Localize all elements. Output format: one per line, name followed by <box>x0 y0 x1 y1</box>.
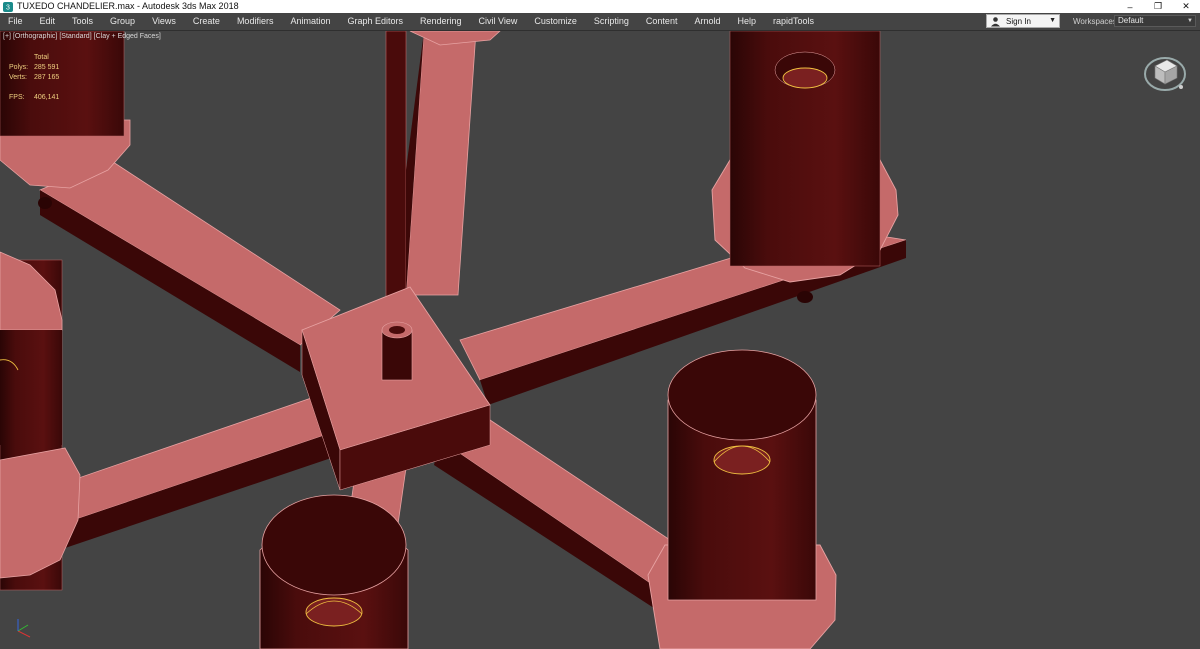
viewport-label[interactable]: [+] [Orthographic] [Standard] [Clay + Ed… <box>3 33 161 40</box>
rear-right-arm <box>405 31 477 296</box>
stats-header: Total <box>34 54 49 61</box>
viewport-point-of-view[interactable]: [Orthographic] <box>13 33 57 40</box>
menu-customize[interactable]: Customize <box>534 13 577 30</box>
menu-arnold[interactable]: Arnold <box>694 13 720 30</box>
restore-button[interactable]: ❐ <box>1144 0 1172 13</box>
candle-cup-bottom-center <box>259 494 409 649</box>
sign-in-dropdown[interactable]: Sign In ▼ <box>986 14 1060 28</box>
menu-tools[interactable]: Tools <box>72 13 93 30</box>
viewport-menu-plus[interactable]: [+] <box>3 33 11 40</box>
minimize-icon: – <box>1127 1 1133 12</box>
stats-verts: Verts: 287 165 <box>9 74 60 81</box>
close-button[interactable]: ✕ <box>1172 0 1200 13</box>
menu-create[interactable]: Create <box>193 13 220 30</box>
menu-edit[interactable]: Edit <box>40 13 56 30</box>
menu-civil-view[interactable]: Civil View <box>479 13 518 30</box>
menu-group[interactable]: Group <box>110 13 135 30</box>
menu-animation[interactable]: Animation <box>290 13 330 30</box>
perspective-viewport[interactable]: [+] [Orthographic] [Standard] [Clay + Ed… <box>0 31 1200 649</box>
minimize-button[interactable]: – <box>1116 0 1144 13</box>
axis-gizmo-icon <box>17 619 31 638</box>
chevron-down-icon: ▼ <box>1187 18 1193 24</box>
menu-modifiers[interactable]: Modifiers <box>237 13 274 30</box>
menu-rapidtools[interactable]: rapidTools <box>773 13 814 30</box>
candle-cup-top-right <box>711 31 899 303</box>
menu-rendering[interactable]: Rendering <box>420 13 462 30</box>
window-title: TUXEDO CHANDELIER.max - Autodesk 3ds Max… <box>17 1 239 11</box>
menu-scripting[interactable]: Scripting <box>594 13 629 30</box>
viewport-stats: Total Polys: 285 591 Verts: 287 165 FPS: 40… <box>9 53 59 103</box>
menu-views[interactable]: Views <box>152 13 176 30</box>
chandelier-scene <box>0 31 907 649</box>
menu-help[interactable]: Help <box>737 13 756 30</box>
menu-content[interactable]: Content <box>646 13 678 30</box>
viewport-shading-mode[interactable]: [Clay + Edged Faces] <box>94 33 161 40</box>
candle-cup-left <box>0 251 81 591</box>
viewcube-icon[interactable] <box>1143 50 1187 94</box>
stats-fps: FPS: 406,141 <box>9 94 60 101</box>
stats-polys: Polys: 285 591 <box>9 64 60 71</box>
3ds-max-icon: 3 <box>3 1 13 12</box>
chevron-down-icon: ▼ <box>1049 17 1056 24</box>
title-bar: 3 TUXEDO CHANDELIER.max - Autodesk 3ds M… <box>0 0 1200 13</box>
menu-bar: File Edit Tools Group Views Create Modifiers An… <box>0 13 1200 31</box>
close-icon: ✕ <box>1182 1 1190 11</box>
menu-file[interactable]: File <box>8 13 23 30</box>
workspace-value: Default <box>1118 16 1144 25</box>
workspaces-label: Workspaces: <box>1073 17 1120 26</box>
user-icon <box>991 16 1000 26</box>
candle-cup-right-front <box>647 349 837 649</box>
restore-icon: ❐ <box>1153 1 1163 11</box>
workspaces-select[interactable]: Default ▼ <box>1114 15 1196 27</box>
menu-graph-editors[interactable]: Graph Editors <box>347 13 403 30</box>
viewport-shading-standard[interactable]: [Standard] <box>59 33 91 40</box>
upper-left-arm <box>39 159 341 372</box>
sign-in-label: Sign In <box>1006 16 1031 26</box>
svg-text:3: 3 <box>6 4 10 11</box>
